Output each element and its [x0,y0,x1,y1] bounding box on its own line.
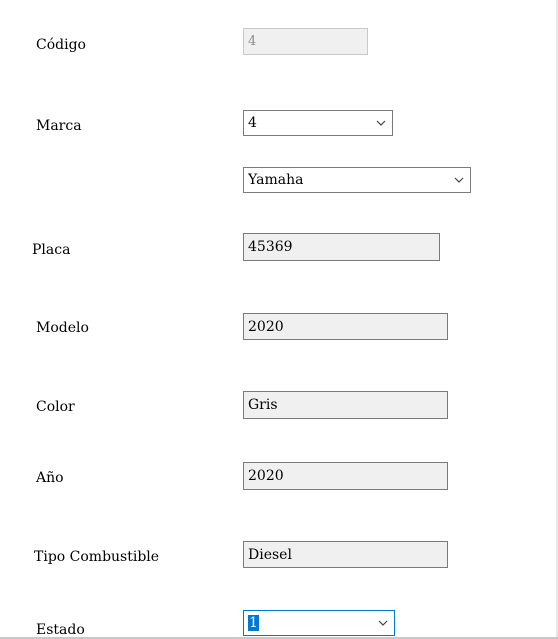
codigo-label: Código [36,37,86,53]
marca-name-select[interactable]: Yamaha [243,167,471,193]
anio-label: Año [36,470,64,486]
color-input[interactable]: Gris [243,391,448,419]
marca-id-select[interactable]: 4 [243,110,393,136]
estado-label: Estado [36,622,85,638]
estado-selected-text: 1 [248,615,259,631]
chevron-down-icon[interactable] [370,111,392,135]
codigo-field: 4 [243,28,368,55]
marca-id-value: 4 [248,115,257,131]
modelo-label: Modelo [36,320,89,336]
chevron-down-icon[interactable] [372,611,394,635]
modelo-input[interactable]: 2020 [243,313,448,340]
estado-select[interactable]: 1 [243,610,395,636]
color-label: Color [36,399,75,415]
tipo-combustible-input[interactable]: Diesel [243,541,448,568]
marca-name-value: Yamaha [248,172,304,188]
marca-label: Marca [36,118,82,134]
placa-label: Placa [32,242,71,258]
anio-input[interactable]: 2020 [243,462,448,490]
estado-value: 1 [248,615,372,631]
placa-input[interactable]: 45369 [243,233,440,261]
chevron-down-icon[interactable] [448,168,470,192]
tipo-combustible-label: Tipo Combustible [34,549,160,565]
